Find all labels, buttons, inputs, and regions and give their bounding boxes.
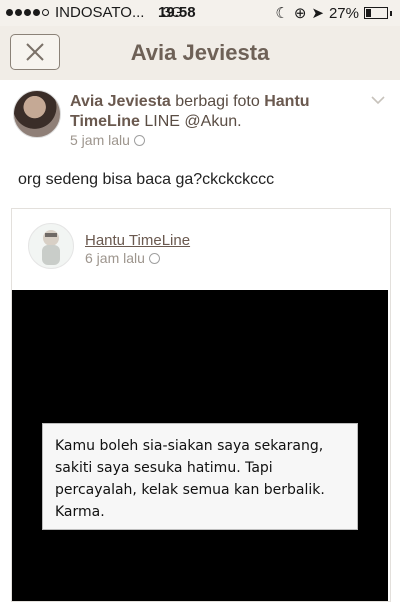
battery-label: 27% (328, 4, 359, 22)
status-left: INDOSATO... 3G (6, 4, 182, 21)
shared-post-card[interactable]: Hantu TimeLine 6 jam lalu Kamu boleh sia… (11, 208, 391, 602)
globe-icon (148, 252, 160, 264)
navigation-bar: Avia Jeviesta (0, 26, 400, 81)
battery-icon (364, 7, 388, 19)
shared-author-avatar[interactable] (28, 223, 74, 269)
source-suffix-text: LINE @Akun. (139, 113, 242, 130)
clock-label: 19.58 (158, 4, 196, 21)
post-time: 5 jam lalu (70, 132, 145, 148)
page-title: Avia Jeviesta (130, 40, 270, 65)
rotation-lock-icon: ⊕ (293, 5, 307, 22)
signal-strength-icon (6, 9, 49, 16)
post-body-text: org sedeng bisa baca ga?ckckckccc (18, 171, 275, 188)
shared-time-text: 6 jam lalu (85, 250, 145, 266)
status-right: ☾ ⊕ ➤ 27% (275, 4, 392, 22)
shared-photo[interactable]: Kamu boleh sia-siakan saya sekarang, sak… (12, 290, 388, 601)
chevron-down-icon[interactable] (371, 96, 385, 106)
moon-icon: ☾ (275, 5, 289, 22)
status-bar: INDOSATO... 3G 19.58 ☾ ⊕ ➤ 27% (0, 0, 400, 26)
location-icon: ➤ (311, 5, 324, 22)
shared-author-link[interactable]: Hantu TimeLine (85, 232, 190, 249)
author-name-link[interactable]: Avia Jeviesta (70, 93, 171, 110)
author-avatar[interactable] (13, 90, 61, 138)
post-time-text: 5 jam lalu (70, 132, 130, 148)
timeline-post: Avia Jeviesta berbagi foto Hantu TimeLin… (0, 80, 400, 602)
quote-text: Kamu boleh sia-siakan saya sekarang, sak… (42, 423, 358, 530)
carrier-label: INDOSATO... (55, 4, 145, 21)
share-action-text: berbagi foto (170, 93, 265, 110)
post-header: Avia Jeviesta berbagi foto Hantu TimeLin… (70, 92, 370, 132)
globe-icon (133, 134, 145, 146)
shared-post-time: 6 jam lalu (85, 250, 160, 266)
